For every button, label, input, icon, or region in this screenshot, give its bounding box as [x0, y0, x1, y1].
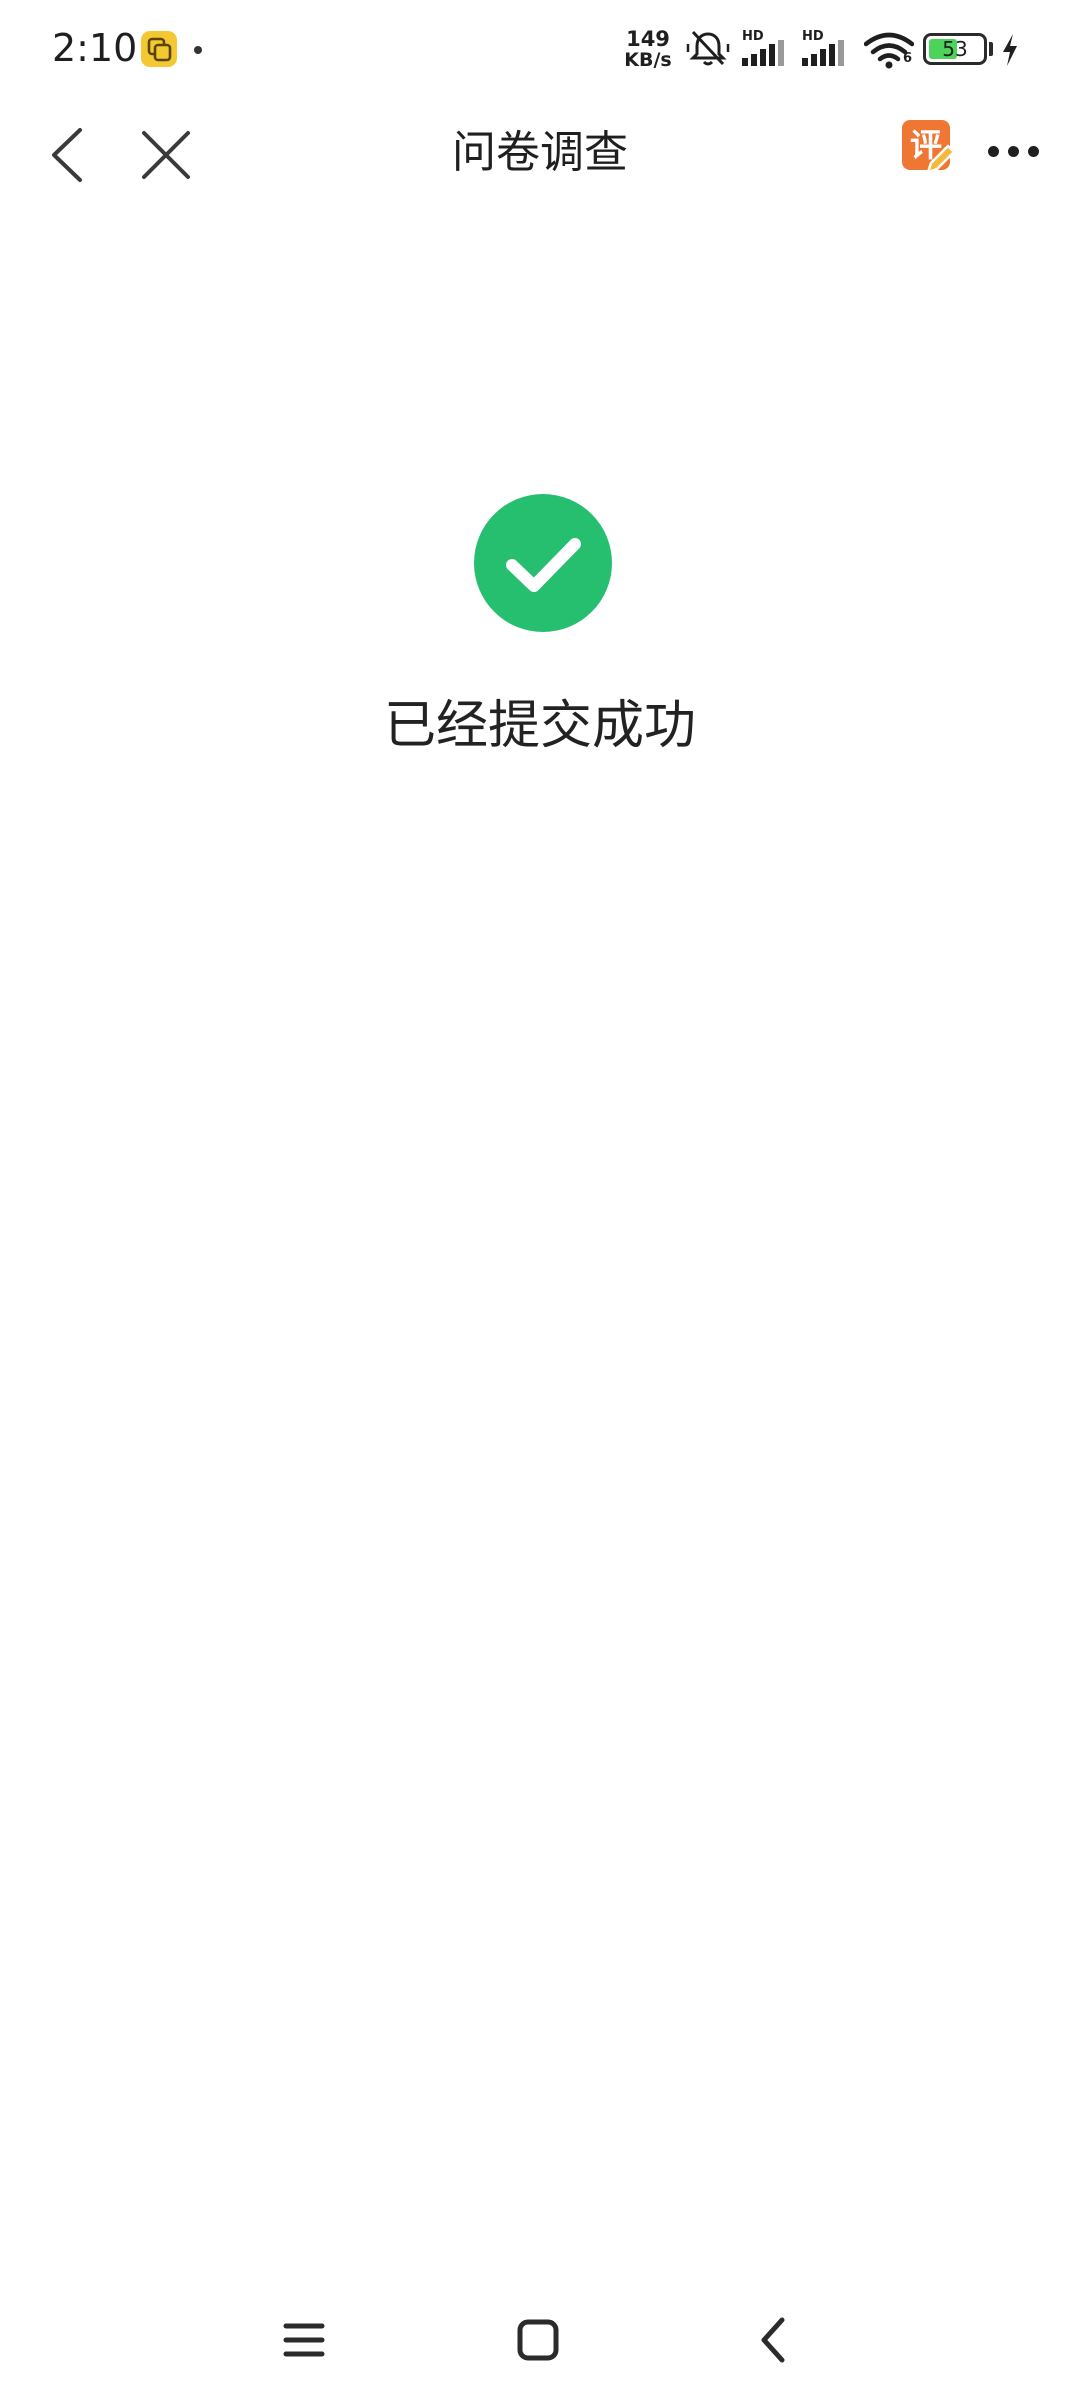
battery-cap [989, 42, 993, 56]
success-message: 已经提交成功 [383, 696, 696, 756]
back-arrow-icon [761, 2317, 785, 2363]
bell-mute-icon [686, 30, 730, 66]
more-options-button[interactable] [980, 120, 1046, 180]
nav-back-button[interactable] [734, 2300, 814, 2380]
notification-app-icon [141, 31, 177, 67]
network-speed: 149 KB/s [620, 28, 676, 70]
nav-home-button[interactable] [498, 2300, 578, 2380]
rate-edit-button[interactable]: 评 [902, 120, 960, 178]
more-horizontal-icon [988, 146, 999, 157]
close-button[interactable] [131, 120, 201, 190]
pencil-icon [926, 144, 956, 174]
chevron-left-icon [52, 128, 82, 182]
cell-signal-1-icon [742, 40, 784, 66]
check-circle-icon [474, 494, 612, 632]
wifi-6-label: 6 [903, 51, 913, 66]
back-button[interactable] [34, 120, 104, 190]
network-speed-unit: KB/s [624, 49, 672, 71]
nav-menu-button[interactable] [264, 2300, 344, 2380]
more-horizontal-icon [1028, 146, 1039, 157]
home-square-icon [517, 2319, 559, 2361]
menu-icon [283, 2323, 325, 2357]
charging-bolt-icon [1003, 34, 1017, 66]
status-bar: 2:10 149 KB/s HD HD 6 53 [0, 0, 1080, 100]
system-navigation-bar [0, 2280, 1080, 2400]
notification-dot [194, 46, 202, 54]
title-bar: 问卷调查 评 [0, 100, 1080, 200]
close-icon [142, 131, 190, 179]
battery-level: 53 [942, 37, 968, 61]
more-horizontal-icon [1008, 146, 1019, 157]
battery-indicator: 53 [923, 33, 987, 65]
page-title: 问卷调查 [452, 127, 628, 178]
cell-signal-2-icon [802, 40, 844, 66]
status-time: 2:10 [52, 26, 138, 70]
network-speed-value: 149 [626, 27, 670, 51]
